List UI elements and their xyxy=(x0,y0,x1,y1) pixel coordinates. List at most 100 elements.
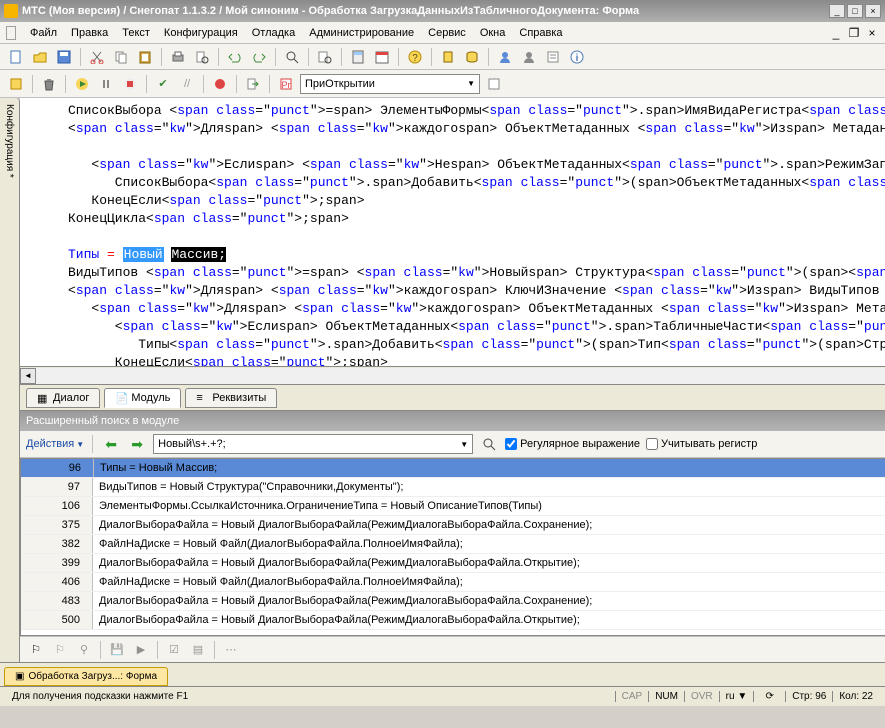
close-button[interactable]: × xyxy=(865,4,881,18)
syntax-remove-icon[interactable]: // xyxy=(177,74,197,94)
menu-windows[interactable]: Окна xyxy=(474,25,512,41)
procedure-combo[interactable]: ПриОткрытии ▼ xyxy=(300,74,480,94)
print-icon[interactable] xyxy=(168,47,188,67)
res-save-icon[interactable]: 💾 xyxy=(107,640,127,660)
status-lang: ru ▼ xyxy=(719,691,754,702)
syntax-check-icon[interactable]: ✔ xyxy=(153,74,173,94)
search-title: Расширенный поиск в модуле xyxy=(26,415,179,427)
window-title: МТС (Моя версия) / Снегопат 1.1.3.2 / Мо… xyxy=(22,5,829,17)
dialog-icon: ▦ xyxy=(37,392,49,404)
print-preview-icon[interactable] xyxy=(192,47,212,67)
menu-help[interactable]: Справка xyxy=(513,25,568,41)
db-icon[interactable] xyxy=(462,47,482,67)
mdi-restore-icon[interactable]: ❐ xyxy=(847,26,861,40)
matchcase-checkbox[interactable]: Учитывать регистр xyxy=(646,438,757,450)
procedure-value: ПриОткрытии xyxy=(305,78,375,90)
menu-config[interactable]: Конфигурация xyxy=(158,25,244,41)
search-input[interactable]: ▼ xyxy=(153,434,473,454)
redo-icon[interactable] xyxy=(249,47,269,67)
menu-admin[interactable]: Администрирование xyxy=(303,25,420,41)
tab-dialog[interactable]: ▦Диалог xyxy=(26,388,100,408)
user2-icon[interactable] xyxy=(519,47,539,67)
res-flag2-icon[interactable]: ⚐ xyxy=(50,640,70,660)
main-area: Конфигурация * СписокВыбора <span class=… xyxy=(0,98,885,662)
tab-requisites[interactable]: ≡Реквизиты xyxy=(185,388,277,408)
menu-edit[interactable]: Правка xyxy=(65,25,114,41)
info-icon[interactable]: i xyxy=(567,47,587,67)
res-flag-icon[interactable]: ⚐ xyxy=(26,640,46,660)
search-field[interactable] xyxy=(158,438,460,450)
save-icon[interactable] xyxy=(54,47,74,67)
result-row[interactable]: 483 ДиалогВыбораФайла = Новый ДиалогВыбо… xyxy=(21,592,885,611)
tab-module[interactable]: 📄Модуль xyxy=(104,388,181,408)
result-line: 500 xyxy=(21,611,93,629)
copy-icon[interactable] xyxy=(111,47,131,67)
scroll-left-icon[interactable]: ◄ xyxy=(20,368,36,384)
minimize-button[interactable]: _ xyxy=(829,4,845,18)
status-row: Стр: 96 xyxy=(785,691,832,702)
users-icon[interactable] xyxy=(495,47,515,67)
result-row[interactable]: 399 ДиалогВыбораФайла = Новый ДиалогВыбо… xyxy=(21,554,885,573)
prev-result-icon[interactable]: ⬅ xyxy=(101,434,121,454)
result-row[interactable]: 406 ФайлНаДиске = Новый Файл(ДиалогВыбор… xyxy=(21,573,885,592)
find-icon[interactable] xyxy=(315,47,335,67)
result-row[interactable]: 97 ВидыТипов = Новый Структура("Справочн… xyxy=(21,478,885,497)
pause-icon[interactable] xyxy=(96,74,116,94)
res-check-icon[interactable]: ☑ xyxy=(164,640,184,660)
do-search-icon[interactable] xyxy=(479,434,499,454)
result-row[interactable]: 96 Типы = Новый Массив; xyxy=(21,459,885,478)
search-icon[interactable] xyxy=(282,47,302,67)
menu-handle-icon xyxy=(6,26,16,40)
config-icon[interactable] xyxy=(438,47,458,67)
proc-prev-icon[interactable]: Pr xyxy=(276,74,296,94)
open-icon[interactable] xyxy=(30,47,50,67)
calc-icon[interactable] xyxy=(348,47,368,67)
status-col: Кол: 22 xyxy=(832,691,879,702)
code-editor[interactable]: СписокВыбора <span class="punct">=span> … xyxy=(20,98,885,366)
help-icon[interactable]: ? xyxy=(405,47,425,67)
res-pin-icon[interactable]: ⚲ xyxy=(74,640,94,660)
regex-checkbox[interactable]: Регулярное выражение xyxy=(505,438,640,450)
res-more-icon[interactable]: ⋯ xyxy=(221,640,241,660)
breakpoint-icon[interactable] xyxy=(210,74,230,94)
svg-text:Pr: Pr xyxy=(282,80,291,90)
mdi-close-icon[interactable]: × xyxy=(865,26,879,40)
search-toolbar: Действия ▼ ⬅ ➡ ▼ Регулярное выражение Уч… xyxy=(20,431,885,458)
results-toolbar: ⚐ ⚐ ⚲ 💾 ▶ ☑ ▤ ⋯ xyxy=(20,636,885,662)
chevron-down-icon[interactable]: ▼ xyxy=(460,440,468,449)
goto-line-icon[interactable] xyxy=(243,74,263,94)
undo-icon[interactable] xyxy=(225,47,245,67)
maximize-button[interactable]: □ xyxy=(847,4,863,18)
result-row[interactable]: 375 ДиалогВыбораФайла = Новый ДиалогВыбо… xyxy=(21,516,885,535)
side-tab-config[interactable]: Конфигурация * xyxy=(0,98,20,662)
search-results[interactable]: 96 Типы = Новый Массив; 97 ВидыТипов = Н… xyxy=(20,458,885,636)
paste-icon[interactable] xyxy=(135,47,155,67)
next-result-icon[interactable]: ➡ xyxy=(127,434,147,454)
scroll-track[interactable] xyxy=(36,368,885,384)
res-run-icon[interactable]: ▶ xyxy=(131,640,151,660)
result-row[interactable]: 382 ФайлНаДиске = Новый Файл(ДиалогВыбор… xyxy=(21,535,885,554)
menu-file[interactable]: Файл xyxy=(24,25,63,41)
hscrollbar[interactable]: ◄ ► xyxy=(20,366,885,384)
cut-icon[interactable] xyxy=(87,47,107,67)
result-row[interactable]: 106 ЭлементыФормы.СсылкаИсточника.Ограни… xyxy=(21,497,885,516)
result-row[interactable]: 500 ДиалогВыбораФайла = Новый ДиалогВыбо… xyxy=(21,611,885,630)
calendar-icon[interactable] xyxy=(372,47,392,67)
proc-list-icon[interactable] xyxy=(484,74,504,94)
mdi-minimize-icon[interactable]: _ xyxy=(829,26,843,40)
menu-service[interactable]: Сервис xyxy=(422,25,472,41)
menu-debug[interactable]: Отладка xyxy=(246,25,301,41)
trash-icon[interactable] xyxy=(39,74,59,94)
menu-text[interactable]: Текст xyxy=(116,25,156,41)
status-num: NUM xyxy=(648,691,684,702)
chevron-down-icon: ▼ xyxy=(467,79,475,88)
toolbar-debug: ✔ // Pr ПриОткрытии ▼ xyxy=(0,70,885,98)
stop-icon[interactable] xyxy=(120,74,140,94)
res-cols-icon[interactable]: ▤ xyxy=(188,640,208,660)
designer-icon[interactable] xyxy=(6,74,26,94)
run-icon[interactable] xyxy=(72,74,92,94)
new-icon[interactable] xyxy=(6,47,26,67)
search-actions[interactable]: Действия ▼ xyxy=(26,438,84,450)
window-tab-form[interactable]: ▣ Обработка Загруз...: Форма xyxy=(4,667,168,686)
log-icon[interactable] xyxy=(543,47,563,67)
